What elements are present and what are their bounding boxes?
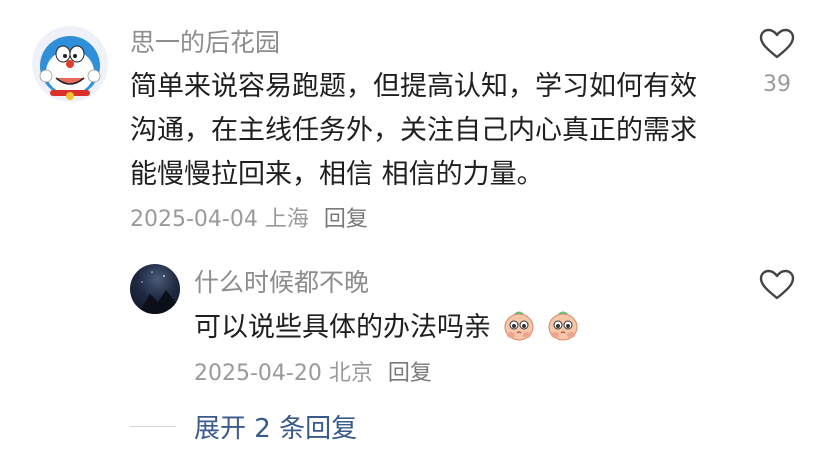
reply-location: 北京 — [328, 361, 373, 386]
heart-icon — [759, 269, 795, 300]
comment-username[interactable]: 思一的后花园 — [130, 28, 280, 58]
comment-text-line-1: 简单来说容易跑题，但提高认知，学习如何有效 — [130, 71, 697, 102]
reply-meta: 2025-04-20 北京 回复 — [194, 360, 432, 388]
comment-like-button[interactable] — [755, 24, 799, 64]
night-sky-avatar-icon — [138, 271, 180, 314]
comment-text-line-3: 能慢慢拉回来，相信 相信的力量。 — [130, 159, 544, 190]
comment-reply-button[interactable]: 回复 — [324, 207, 368, 232]
comment-date: 2025-04-04 — [130, 207, 258, 232]
reply-text-content: 可以说些具体的办法吗亲 — [194, 312, 491, 343]
divider — [130, 425, 176, 427]
comment-text-line-2: 沟通，在主线任务外，关注自己内心真正的需求 — [130, 115, 697, 146]
reply-date: 2025-04-20 — [194, 361, 322, 386]
doraemon-avatar-icon — [39, 36, 101, 100]
reply-avatar[interactable] — [130, 264, 180, 314]
expand-replies-label: 展开 2 条回复 — [194, 413, 358, 444]
comment-like-count: 39 — [763, 72, 791, 97]
pleading-face-emoji-icon — [548, 311, 578, 341]
pleading-face-emoji-icon — [504, 311, 534, 341]
expand-replies-button[interactable]: 展开 2 条回复 — [130, 408, 357, 444]
comment-location: 上海 — [264, 207, 309, 232]
reply-text: 可以说些具体的办法吗亲 — [194, 306, 580, 350]
reply-reply-button[interactable]: 回复 — [388, 361, 432, 386]
reply-username[interactable]: 什么时候都不晚 — [194, 268, 369, 298]
heart-icon — [759, 28, 795, 59]
avatar[interactable] — [32, 26, 108, 102]
comment-meta: 2025-04-04 上海 回复 — [130, 206, 368, 234]
reply-like-button[interactable] — [755, 265, 799, 305]
